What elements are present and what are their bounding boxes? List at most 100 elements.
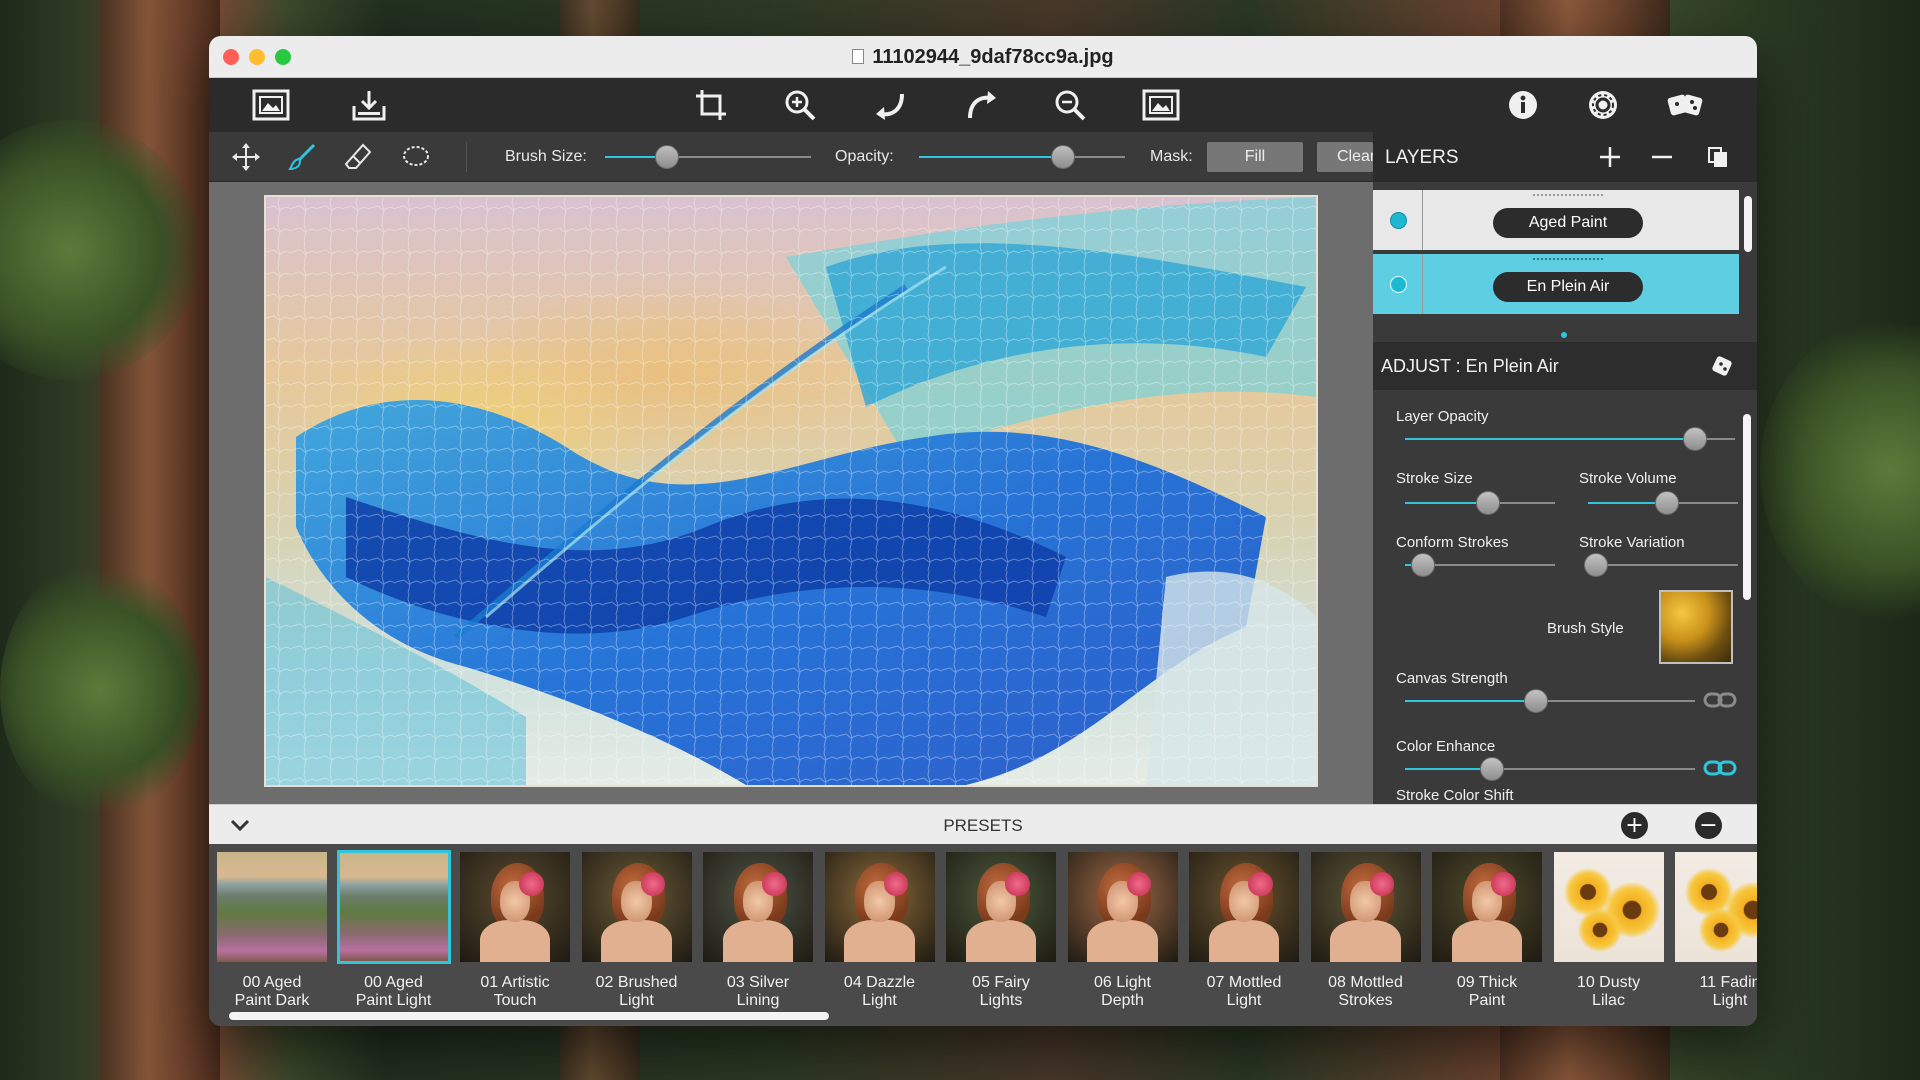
layer-opacity-knob[interactable] (1683, 427, 1708, 451)
add-preset-button[interactable]: + (1621, 812, 1648, 839)
conform-strokes-knob[interactable] (1411, 553, 1435, 577)
crop-icon[interactable] (691, 87, 731, 123)
layer-name: En Plein Air (1493, 272, 1643, 302)
stroke-volume-knob[interactable] (1655, 491, 1680, 515)
mask-label: Mask: (1150, 148, 1193, 165)
color-enhance-slider[interactable] (1405, 757, 1695, 781)
mask-fill-button[interactable]: Fill (1207, 142, 1303, 172)
preset-item[interactable]: 11 Fadin Light (1673, 850, 1757, 1010)
brush-icon[interactable] (285, 141, 319, 173)
preset-item[interactable]: 06 Light Depth (1066, 850, 1180, 1010)
preset-label-line1: 09 Thick (1456, 974, 1518, 991)
preset-label-line1: 01 Artistic (480, 974, 550, 991)
preset-label-line2: Strokes (1338, 992, 1393, 1009)
preset-item[interactable]: 01 Artistic Touch (458, 850, 572, 1010)
preset-item[interactable]: 00 Aged Paint Dark (215, 850, 329, 1010)
link-icon[interactable] (1703, 690, 1737, 710)
brush-size-knob[interactable] (654, 145, 679, 169)
layer-drag-handle[interactable] (1533, 258, 1603, 260)
preset-label-line1: 05 Fairy (972, 974, 1030, 991)
preset-label: 07 Mottled Light (1187, 974, 1301, 1010)
preset-label: 11 Fadin Light (1673, 974, 1757, 1010)
preset-item[interactable]: 05 Fairy Lights (944, 850, 1058, 1010)
canvas-area (209, 182, 1373, 804)
preset-item[interactable]: 07 Mottled Light (1187, 850, 1301, 1010)
eraser-icon[interactable] (341, 141, 375, 173)
canvas-strength-knob[interactable] (1523, 689, 1548, 713)
brush-size-slider[interactable] (605, 145, 811, 169)
preset-item[interactable]: 02 Brushed Light (580, 850, 694, 1010)
link-icon[interactable] (1703, 758, 1737, 778)
preset-label: 04 Dazzle Light (823, 974, 937, 1010)
layer-visibility-toggle[interactable] (1390, 212, 1407, 229)
add-layer-button[interactable] (1595, 142, 1625, 172)
zoom-in-icon[interactable] (781, 87, 821, 123)
brush-style-swatch[interactable] (1659, 590, 1733, 664)
undo-icon[interactable] (871, 87, 911, 123)
layer-drag-handle[interactable] (1533, 194, 1603, 196)
duplicate-layer-button[interactable] (1703, 142, 1733, 172)
adjust-scrollbar[interactable] (1743, 414, 1751, 600)
remove-preset-button[interactable]: − (1695, 812, 1722, 839)
stroke-size-knob[interactable] (1475, 491, 1500, 515)
preset-thumb-frame (1430, 850, 1544, 964)
title-bar: 11102944_9daf78cc9a.jpg (209, 36, 1757, 78)
preset-label-line2: Light (862, 992, 897, 1009)
adjust-header: ADJUST : En Plein Air (1373, 342, 1757, 390)
random-adjust-icon[interactable] (1711, 354, 1737, 378)
presets-strip: 00 Aged Paint Dark 00 Aged Paint Light 01 Ar… (209, 844, 1757, 1026)
preset-thumbnail (1553, 852, 1664, 962)
preset-thumb-frame (336, 850, 451, 964)
color-enhance-fill (1405, 768, 1492, 770)
tool-options-bar: Brush Size: Opacity: Mask: Fill Clear (209, 132, 1373, 182)
layer-opacity-slider[interactable] (1405, 427, 1735, 451)
stroke-volume-slider[interactable] (1588, 491, 1738, 515)
lasso-icon[interactable] (399, 141, 433, 173)
preset-item[interactable]: 08 Mottled Strokes (1309, 850, 1423, 1010)
preset-item[interactable]: 04 Dazzle Light (823, 850, 937, 1010)
painting-canvas[interactable] (264, 195, 1318, 787)
preset-item[interactable]: 03 Silver Lining (701, 850, 815, 1010)
conform-strokes-slider[interactable] (1405, 553, 1555, 577)
preset-item[interactable]: 09 Thick Paint (1430, 850, 1544, 1010)
preset-thumbnail (703, 852, 813, 962)
stroke-variation-knob[interactable] (1583, 553, 1608, 577)
main-toolbar (209, 78, 1757, 132)
color-enhance-knob[interactable] (1480, 757, 1504, 781)
layer-row-en-plein-air[interactable]: En Plein Air (1373, 254, 1739, 314)
stroke-size-slider[interactable] (1405, 491, 1555, 515)
open-image-icon[interactable] (251, 87, 291, 123)
preset-label-line2: Paint (1468, 992, 1506, 1009)
preset-thumb-frame (701, 850, 815, 964)
preset-label-line1: 07 Mottled (1206, 974, 1282, 991)
preset-label-line1: 00 Aged (242, 974, 302, 991)
redo-icon[interactable] (961, 87, 1001, 123)
layer-row-aged-paint[interactable]: Aged Paint (1373, 190, 1739, 250)
preset-thumbnail (1432, 852, 1542, 962)
opacity-slider[interactable] (919, 145, 1125, 169)
presets-scrollbar[interactable] (229, 1012, 829, 1020)
layers-scrollbar[interactable] (1744, 196, 1752, 252)
canvas-strength-slider[interactable] (1405, 689, 1695, 713)
compare-icon[interactable] (1141, 87, 1181, 123)
preset-thumbnail (217, 852, 327, 962)
preset-item[interactable]: 10 Dusty Lilac (1552, 850, 1666, 1010)
remove-layer-button[interactable] (1647, 142, 1677, 172)
stroke-variation-slider[interactable] (1583, 553, 1738, 577)
preset-label: 01 Artistic Touch (458, 974, 572, 1010)
mask-clear-button[interactable]: Clear (1317, 142, 1373, 172)
preset-item[interactable]: 00 Aged Paint Light (336, 850, 451, 1010)
preset-label: 08 Mottled Strokes (1309, 974, 1423, 1010)
move-icon[interactable] (229, 141, 263, 173)
random-icon[interactable] (1665, 87, 1705, 123)
stroke-volume-label: Stroke Volume (1579, 470, 1677, 487)
zoom-out-icon[interactable] (1051, 87, 1091, 123)
color-enhance-label: Color Enhance (1396, 738, 1496, 755)
opacity-knob[interactable] (1051, 145, 1076, 169)
export-icon[interactable] (349, 87, 389, 123)
layer-name: Aged Paint (1493, 208, 1643, 238)
info-icon[interactable] (1503, 87, 1543, 123)
layer-visibility-toggle[interactable] (1390, 276, 1407, 293)
preset-label: 02 Brushed Light (580, 974, 694, 1010)
settings-icon[interactable] (1583, 87, 1623, 123)
